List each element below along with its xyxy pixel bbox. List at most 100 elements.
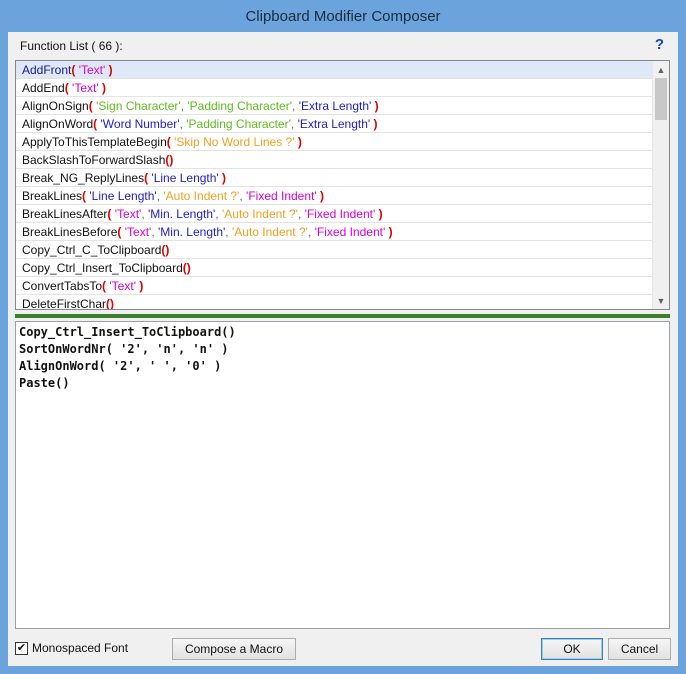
arg-separator: , xyxy=(141,207,148,221)
arg-separator: , xyxy=(215,207,222,221)
title-bar: Clipboard Modifier Composer xyxy=(0,0,686,32)
close-paren: ) xyxy=(375,207,383,221)
macro-editor[interactable]: Copy_Ctrl_Insert_ToClipboard() SortOnWord… xyxy=(15,321,670,629)
scroll-up-arrow-icon[interactable]: ▲ xyxy=(653,61,669,78)
function-argument: 'Padding Character' xyxy=(186,117,291,131)
open-paren: ( xyxy=(107,207,115,221)
close-paren: ) xyxy=(316,189,324,203)
ok-button[interactable]: OK xyxy=(541,638,603,660)
function-name: AddEnd xyxy=(22,81,65,95)
function-list-item[interactable]: AlignOnSign( 'Sign Character', 'Padding … xyxy=(16,97,653,115)
function-argument: 'Fixed Indent' xyxy=(246,189,317,203)
function-argument: 'Fixed Indent' xyxy=(304,207,376,221)
close-paren: ) xyxy=(165,243,170,257)
function-argument: 'Extra Length' xyxy=(298,99,372,113)
function-argument: 'Fixed Indent' xyxy=(314,225,386,239)
function-list-item[interactable]: BreakLinesBefore( 'Text', 'Min. Length',… xyxy=(16,223,653,241)
scroll-thumb[interactable] xyxy=(655,78,667,120)
function-name: BreakLinesAfter xyxy=(22,207,108,221)
editor-line: Copy_Ctrl_Insert_ToClipboard() xyxy=(19,325,236,339)
close-paren: ) xyxy=(98,81,106,95)
function-list-item[interactable]: BreakLinesAfter( 'Text', 'Min. Length', … xyxy=(16,205,653,223)
cancel-button[interactable]: Cancel xyxy=(608,638,671,660)
function-argument: 'Min. Length' xyxy=(158,225,226,239)
splitter-bar[interactable] xyxy=(15,314,670,318)
function-name: Copy_Ctrl_Insert_ToClipboard xyxy=(22,261,183,275)
scroll-down-arrow-icon[interactable]: ▼ xyxy=(653,292,669,309)
editor-line: Paste() xyxy=(19,376,70,390)
function-list-item[interactable]: ConvertTabsTo( 'Text' ) xyxy=(16,277,653,295)
compose-macro-button[interactable]: Compose a Macro xyxy=(172,638,296,660)
function-argument: 'Word Number' xyxy=(100,117,180,131)
function-name: AddFront xyxy=(22,63,72,77)
open-paren: ( xyxy=(166,135,175,149)
close-paren: ) xyxy=(218,171,227,185)
dialog-body: Function List ( 66 ): ? AddFront( 'Text'… xyxy=(8,32,678,666)
function-argument: 'Extra Length' xyxy=(297,117,371,131)
arg-separator: , xyxy=(225,225,232,239)
open-paren: ( xyxy=(64,81,73,95)
arg-separator: , xyxy=(290,117,298,131)
list-scrollbar[interactable]: ▲ ▼ xyxy=(652,61,669,309)
function-argument: 'Text' xyxy=(124,225,152,239)
function-list-item[interactable]: AddFront( 'Text' ) xyxy=(16,61,653,79)
arg-separator: , xyxy=(292,99,299,113)
arg-separator: , xyxy=(307,225,315,239)
close-paren: ) xyxy=(110,297,115,310)
function-name: DeleteFirstChar xyxy=(22,297,107,310)
function-list-item[interactable]: BackSlashToForwardSlash() xyxy=(16,151,653,169)
function-name: BackSlashToForwardSlash xyxy=(22,153,166,167)
function-list-item[interactable]: BreakLines( 'Line Length', 'Auto Indent … xyxy=(16,187,653,205)
function-argument: 'Line Length' xyxy=(151,171,219,185)
function-argument: 'Text' xyxy=(72,81,99,95)
function-argument: 'Auto Indent ?' xyxy=(163,189,240,203)
arg-separator: , xyxy=(297,207,305,221)
function-list-item[interactable]: Break_NG_ReplyLines( 'Line Length' ) xyxy=(16,169,653,187)
window-title: Clipboard Modifier Composer xyxy=(245,7,441,25)
function-name: AlignOnWord xyxy=(22,117,94,131)
function-name: BreakLinesBefore xyxy=(22,225,118,239)
function-name: Break_NG_ReplyLines xyxy=(22,171,145,185)
function-list-item[interactable]: ApplyToThisTemplateBegin( 'Skip No Word … xyxy=(16,133,653,151)
close-paren: ) xyxy=(186,261,191,275)
function-argument: 'Text' xyxy=(109,279,136,293)
function-argument: 'Auto Indent ?' xyxy=(231,225,308,239)
function-name: BreakLines xyxy=(22,189,83,203)
close-paren: ) xyxy=(371,99,379,113)
monospaced-font-checkbox[interactable]: ✔ xyxy=(15,642,28,655)
function-argument: 'Text' xyxy=(78,63,106,77)
function-name: AlignOnSign xyxy=(22,99,89,113)
function-list-item[interactable]: Copy_Ctrl_Insert_ToClipboard() xyxy=(16,259,653,277)
function-list-item[interactable]: AlignOnWord( 'Word Number', 'Padding Cha… xyxy=(16,115,653,133)
function-listbox[interactable]: AddFront( 'Text' ) AddEnd( 'Text' ) AlignO… xyxy=(15,60,670,310)
footer-bar: ✔ Monospaced Font Compose a Macro OK Can… xyxy=(8,632,678,666)
function-argument: 'Text' xyxy=(114,207,142,221)
function-list-item[interactable]: DeleteFirstChar() xyxy=(16,295,653,310)
function-name: ApplyToThisTemplateBegin xyxy=(22,135,167,149)
editor-line: AlignOnWord( '2', ' ', '0' ) xyxy=(19,359,222,373)
open-paren: ( xyxy=(88,99,97,113)
close-paren: ) xyxy=(105,63,113,77)
function-argument: 'Auto Indent ?' xyxy=(221,207,298,221)
function-list-item[interactable]: AddEnd( 'Text' ) xyxy=(16,79,653,97)
open-paren: ( xyxy=(71,63,79,77)
app-window: Clipboard Modifier Composer Function Lis… xyxy=(0,0,686,674)
help-icon[interactable]: ? xyxy=(655,36,664,53)
function-argument: 'Skip No Word Lines ?' xyxy=(174,135,295,149)
monospaced-font-label[interactable]: Monospaced Font xyxy=(32,641,128,655)
close-paren: ) xyxy=(370,117,378,131)
function-argument: 'Padding Character' xyxy=(187,99,293,113)
function-argument: 'Min. Length' xyxy=(148,207,216,221)
function-list-label: Function List ( 66 ): xyxy=(20,39,123,53)
close-paren: ) xyxy=(385,225,393,239)
function-argument: 'Sign Character' xyxy=(96,99,181,113)
close-paren: ) xyxy=(169,153,174,167)
close-paren: ) xyxy=(294,135,302,149)
function-name: ConvertTabsTo xyxy=(22,279,103,293)
function-list-item[interactable]: Copy_Ctrl_C_ToClipboard() xyxy=(16,241,653,259)
close-paren: ) xyxy=(135,279,144,293)
open-paren: ( xyxy=(93,117,101,131)
arg-separator: , xyxy=(151,225,158,239)
function-argument: 'Line Length' xyxy=(89,189,157,203)
function-name: Copy_Ctrl_C_ToClipboard xyxy=(22,243,162,257)
